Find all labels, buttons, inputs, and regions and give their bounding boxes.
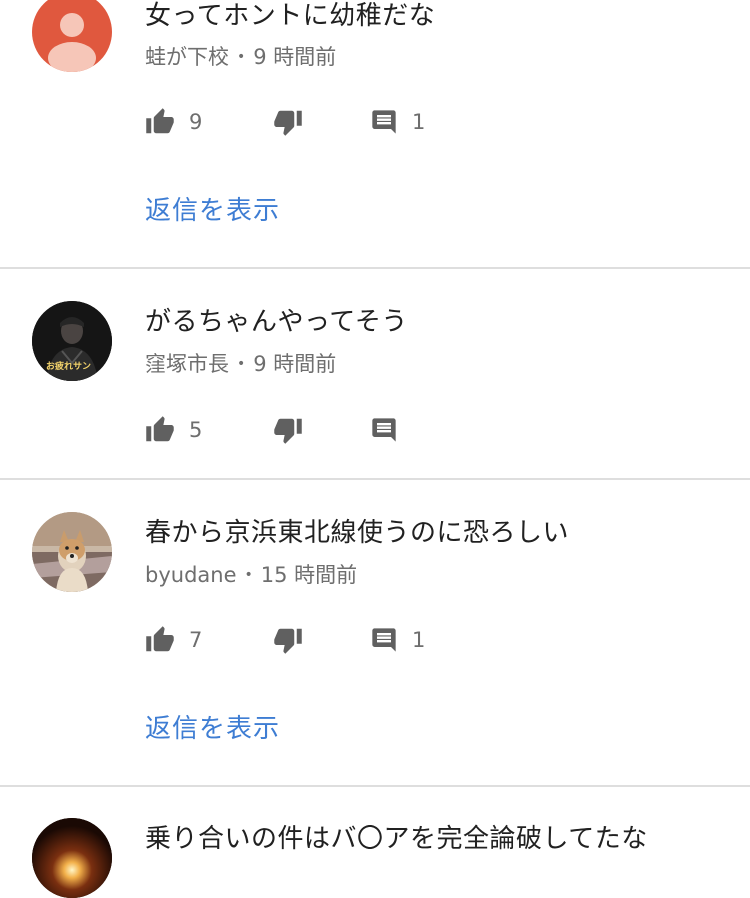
reply-comment-icon bbox=[372, 110, 396, 134]
reply-button[interactable]: 1 bbox=[370, 102, 425, 142]
avatar-caption: お疲れサン bbox=[46, 362, 92, 372]
separator-dot: • bbox=[244, 567, 253, 583]
avatar[interactable] bbox=[32, 0, 112, 72]
thumb-down-icon bbox=[274, 418, 302, 444]
timestamp: 15 時間前 bbox=[260, 563, 358, 587]
reply-button[interactable] bbox=[370, 410, 398, 450]
thumb-up-icon bbox=[146, 626, 174, 652]
like-button[interactable]: 9 bbox=[145, 102, 202, 142]
reply-button[interactable]: 1 bbox=[370, 620, 425, 660]
thumb-down-icon bbox=[274, 110, 302, 136]
show-replies-link[interactable]: 返信を表示 bbox=[145, 708, 280, 745]
like-count: 9 bbox=[189, 110, 203, 134]
reply-count: 1 bbox=[412, 110, 426, 134]
dislike-button[interactable] bbox=[273, 410, 303, 450]
separator-dot: • bbox=[237, 49, 246, 65]
dislike-button[interactable] bbox=[273, 102, 303, 142]
thumb-down-icon bbox=[274, 628, 302, 654]
thumb-up-icon bbox=[146, 416, 174, 442]
divider bbox=[0, 267, 750, 269]
comment-text: 春から京浜東北線使うのに恐ろしい bbox=[145, 518, 570, 548]
comment-meta: 窪塚市長 • 9 時間前 bbox=[145, 350, 336, 381]
profile-photo bbox=[32, 818, 112, 898]
like-count: 7 bbox=[189, 628, 203, 652]
separator-dot: • bbox=[237, 356, 246, 372]
person-icon bbox=[48, 13, 96, 72]
like-button[interactable]: 7 bbox=[145, 620, 202, 660]
divider bbox=[0, 478, 750, 480]
comment-meta: 蛙が下校 • 9 時間前 bbox=[145, 43, 336, 74]
show-replies-link[interactable]: 返信を表示 bbox=[145, 190, 280, 227]
comment-meta: byudane • 15 時間前 bbox=[145, 561, 357, 592]
comment-text: 女ってホントに幼稚だな bbox=[145, 1, 436, 31]
author-name[interactable]: 窪塚市長 bbox=[145, 352, 229, 376]
like-count: 5 bbox=[189, 418, 203, 442]
reply-count: 1 bbox=[412, 628, 426, 652]
like-button[interactable]: 5 bbox=[145, 410, 202, 450]
reply-comment-icon bbox=[372, 418, 396, 442]
avatar[interactable] bbox=[32, 512, 112, 592]
avatar[interactable] bbox=[32, 818, 112, 898]
divider bbox=[0, 785, 750, 787]
timestamp: 9 時間前 bbox=[253, 352, 337, 376]
thumb-up-icon bbox=[146, 108, 174, 134]
reply-comment-icon bbox=[372, 628, 396, 652]
comment-text: がるちゃんやってそう bbox=[145, 307, 408, 337]
author-name[interactable]: 蛙が下校 bbox=[145, 45, 229, 69]
author-name[interactable]: byudane bbox=[145, 563, 237, 587]
dislike-button[interactable] bbox=[273, 620, 303, 660]
timestamp: 9 時間前 bbox=[253, 45, 337, 69]
avatar[interactable]: お疲れサン bbox=[32, 301, 112, 381]
profile-photo bbox=[32, 512, 112, 592]
comment-text: 乗り合いの件はバ〇アを完全論破してたな bbox=[145, 824, 648, 854]
